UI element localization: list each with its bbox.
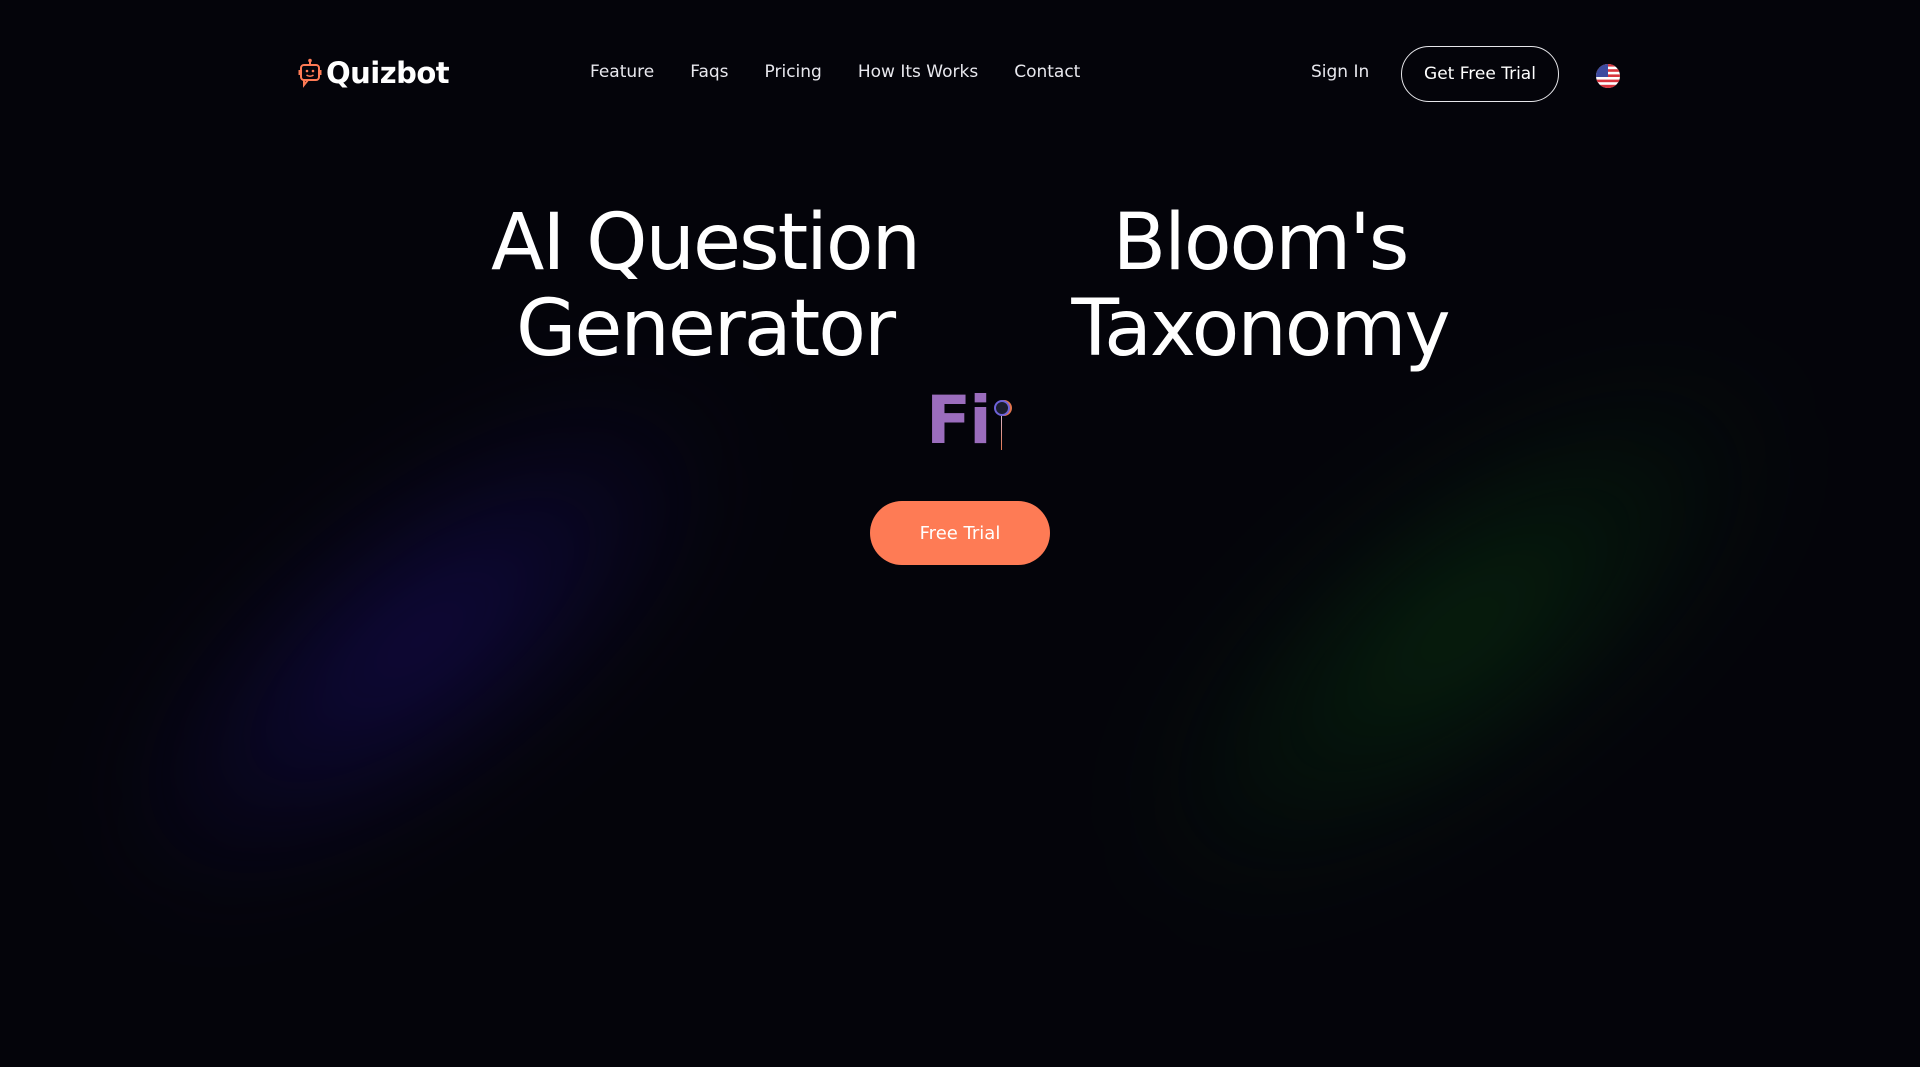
sign-in-link[interactable]: Sign In (1311, 62, 1369, 82)
nav-feature[interactable]: Feature (590, 62, 654, 82)
brand-name: Quizbot (326, 56, 450, 90)
hero-right-line-2: Taxonomy (1071, 284, 1450, 374)
hero-left-line-2: Generator (515, 284, 896, 374)
logo-link[interactable]: Quizbot (298, 56, 450, 90)
green-glow (1080, 293, 1840, 967)
hero-heading-left: AI Question Generator (470, 200, 940, 372)
get-free-trial-button[interactable]: Get Free Trial (1401, 46, 1559, 102)
hero-heading-right: Bloom's Taxonomy (1040, 200, 1480, 372)
nav-faqs[interactable]: Faqs (690, 62, 728, 82)
main-nav: Feature Faqs Pricing How Its Works Conta… (590, 62, 1080, 82)
typing-animation: Fi (926, 382, 1010, 459)
robot-chat-icon (298, 58, 322, 88)
blue-glow (62, 323, 778, 957)
nav-contact[interactable]: Contact (1014, 62, 1080, 82)
hero-left-line-1: AI Question (490, 198, 921, 288)
page-background: Quizbot Feature Faqs Pricing How Its Wor… (0, 0, 1920, 1067)
us-flag-icon[interactable] (1596, 64, 1620, 88)
nav-pricing[interactable]: Pricing (765, 62, 822, 82)
free-trial-button[interactable]: Free Trial (870, 501, 1050, 565)
site-header: Quizbot Feature Faqs Pricing How Its Wor… (0, 0, 1920, 150)
hero-right-line-1: Bloom's (1112, 198, 1410, 288)
typing-cursor-icon (993, 386, 1010, 456)
typed-text: Fi (926, 382, 992, 459)
nav-how-it-works[interactable]: How Its Works (858, 62, 978, 82)
